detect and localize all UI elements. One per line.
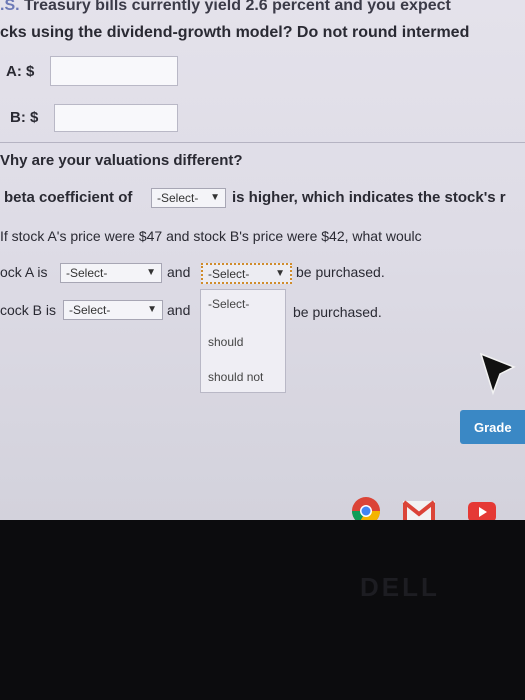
dropdown-option-should-not[interactable]: should not — [208, 370, 263, 384]
question-text-second: cks using the dividend-growth model? Do … — [0, 24, 470, 41]
beta-select[interactable]: -Select- ▼ — [151, 188, 226, 208]
purchase-question: If stock A's price were $47 and stock B'… — [0, 228, 422, 244]
answer-a-input[interactable] — [50, 56, 178, 86]
chevron-down-icon: ▼ — [146, 267, 156, 278]
answer-a-label: A: $ — [6, 63, 35, 80]
row-a-select-1-value: -Select- — [66, 266, 108, 280]
row-a-select-2-value: -Select- — [208, 266, 250, 281]
divider — [0, 142, 525, 143]
row-b-prefix: cock B is — [0, 302, 57, 318]
row-a-prefix: ock A is — [0, 264, 48, 280]
screen: .S. Treasury bills currently yield 2.6 p… — [0, 0, 525, 520]
cursor-arrow-icon — [479, 352, 516, 396]
row-b-select-1-value: -Select- — [69, 303, 111, 317]
answer-b-input[interactable] — [54, 104, 178, 132]
row-a-select-1[interactable]: -Select- ▼ — [60, 263, 162, 283]
gmail-icon[interactable] — [402, 499, 436, 520]
dropdown-option-should[interactable]: should — [208, 335, 243, 349]
row-b-and: and — [167, 302, 191, 318]
row-a-and: and — [167, 264, 191, 280]
beta-prefix: beta coefficient of — [4, 189, 133, 206]
bezel-logo: DELL — [360, 572, 440, 602]
row-b-suffix: be purchased. — [293, 304, 382, 320]
question-text-top: .S. Treasury bills currently yield 2.6 p… — [0, 0, 451, 15]
answer-b-label: B: $ — [10, 109, 39, 126]
dropdown-menu: -Select- should should not — [200, 289, 286, 393]
grade-button[interactable]: Grade — [460, 410, 525, 444]
beta-suffix: is higher, which indicates the stock's r — [232, 189, 506, 206]
dropdown-option-select[interactable]: -Select- — [208, 297, 249, 311]
chevron-down-icon: ▼ — [147, 304, 157, 315]
row-a-suffix: be purchased. — [296, 264, 385, 280]
youtube-icon[interactable] — [467, 501, 497, 520]
chevron-down-icon: ▼ — [210, 192, 220, 203]
beta-select-value: -Select- — [157, 191, 199, 205]
chrome-icon[interactable] — [350, 495, 382, 520]
question-top-text: Treasury bills currently yield 2.6 perce… — [19, 0, 451, 14]
why-heading: Vhy are your valuations different? — [0, 152, 243, 169]
row-b-select-1[interactable]: -Select- ▼ — [63, 300, 163, 320]
question-prefix: .S. — [0, 0, 20, 14]
row-a-select-2[interactable]: -Select- ▼ — [201, 263, 292, 284]
chevron-down-icon: ▼ — [275, 268, 285, 279]
